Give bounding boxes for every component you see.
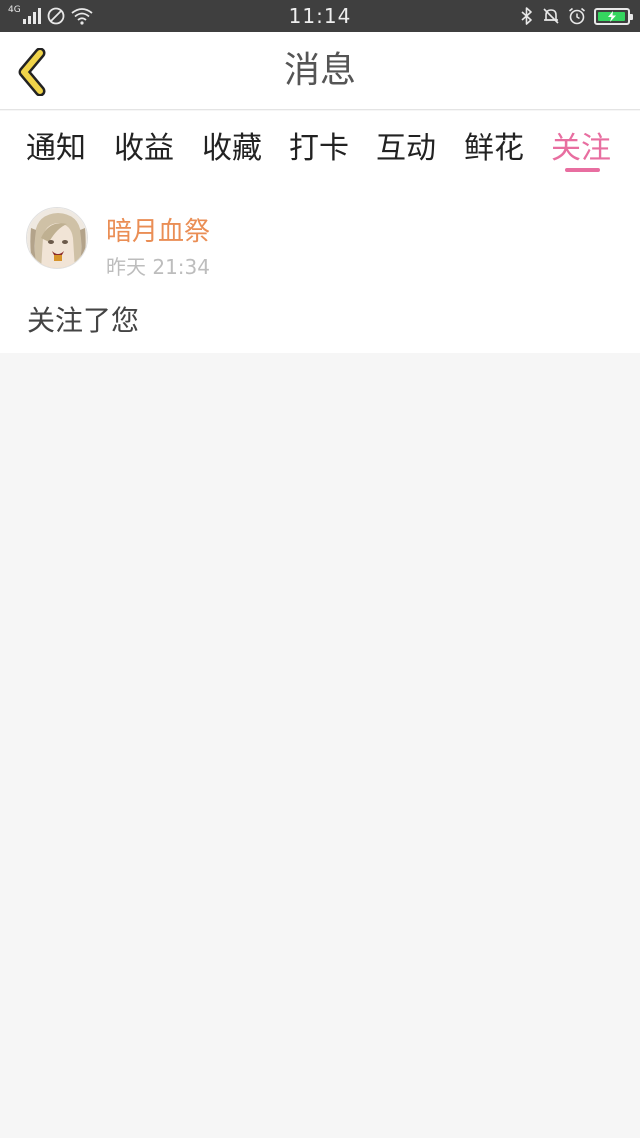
avatar-image — [27, 208, 87, 268]
tab-flowers[interactable]: 鲜花 — [464, 123, 524, 173]
charging-bolt-icon — [608, 10, 616, 22]
active-tab-indicator — [565, 168, 600, 172]
tab-favorites[interactable]: 收藏 — [202, 123, 262, 173]
tab-earnings[interactable]: 收益 — [114, 123, 174, 173]
avatar[interactable] — [26, 207, 88, 269]
page-title: 消息 — [283, 50, 356, 91]
header: 消息 — [0, 32, 640, 110]
tab-follows[interactable]: 关注 — [551, 123, 611, 173]
tab-bar: 通知 收益 收藏 打卡 互动 鲜花 关注 — [0, 111, 640, 181]
message-text: 关注了您 — [27, 304, 140, 337]
bluetooth-icon — [521, 7, 532, 25]
list-item[interactable]: 暗月血祭 昨天 21:34 关注了您 — [0, 181, 640, 353]
bell-muted-icon — [543, 8, 559, 24]
alarm-icon — [568, 7, 586, 25]
tab-checkin[interactable]: 打卡 — [289, 123, 349, 173]
tab-notifications[interactable]: 通知 — [26, 123, 86, 173]
tab-interactions[interactable]: 互动 — [376, 123, 436, 173]
battery-charging-icon — [594, 7, 633, 25]
status-right-icons — [520, 4, 633, 28]
username[interactable]: 暗月血祭 — [106, 211, 210, 248]
status-bar: 4G 11:14 — [0, 0, 640, 32]
message-time: 昨天 21:34 — [106, 255, 210, 279]
